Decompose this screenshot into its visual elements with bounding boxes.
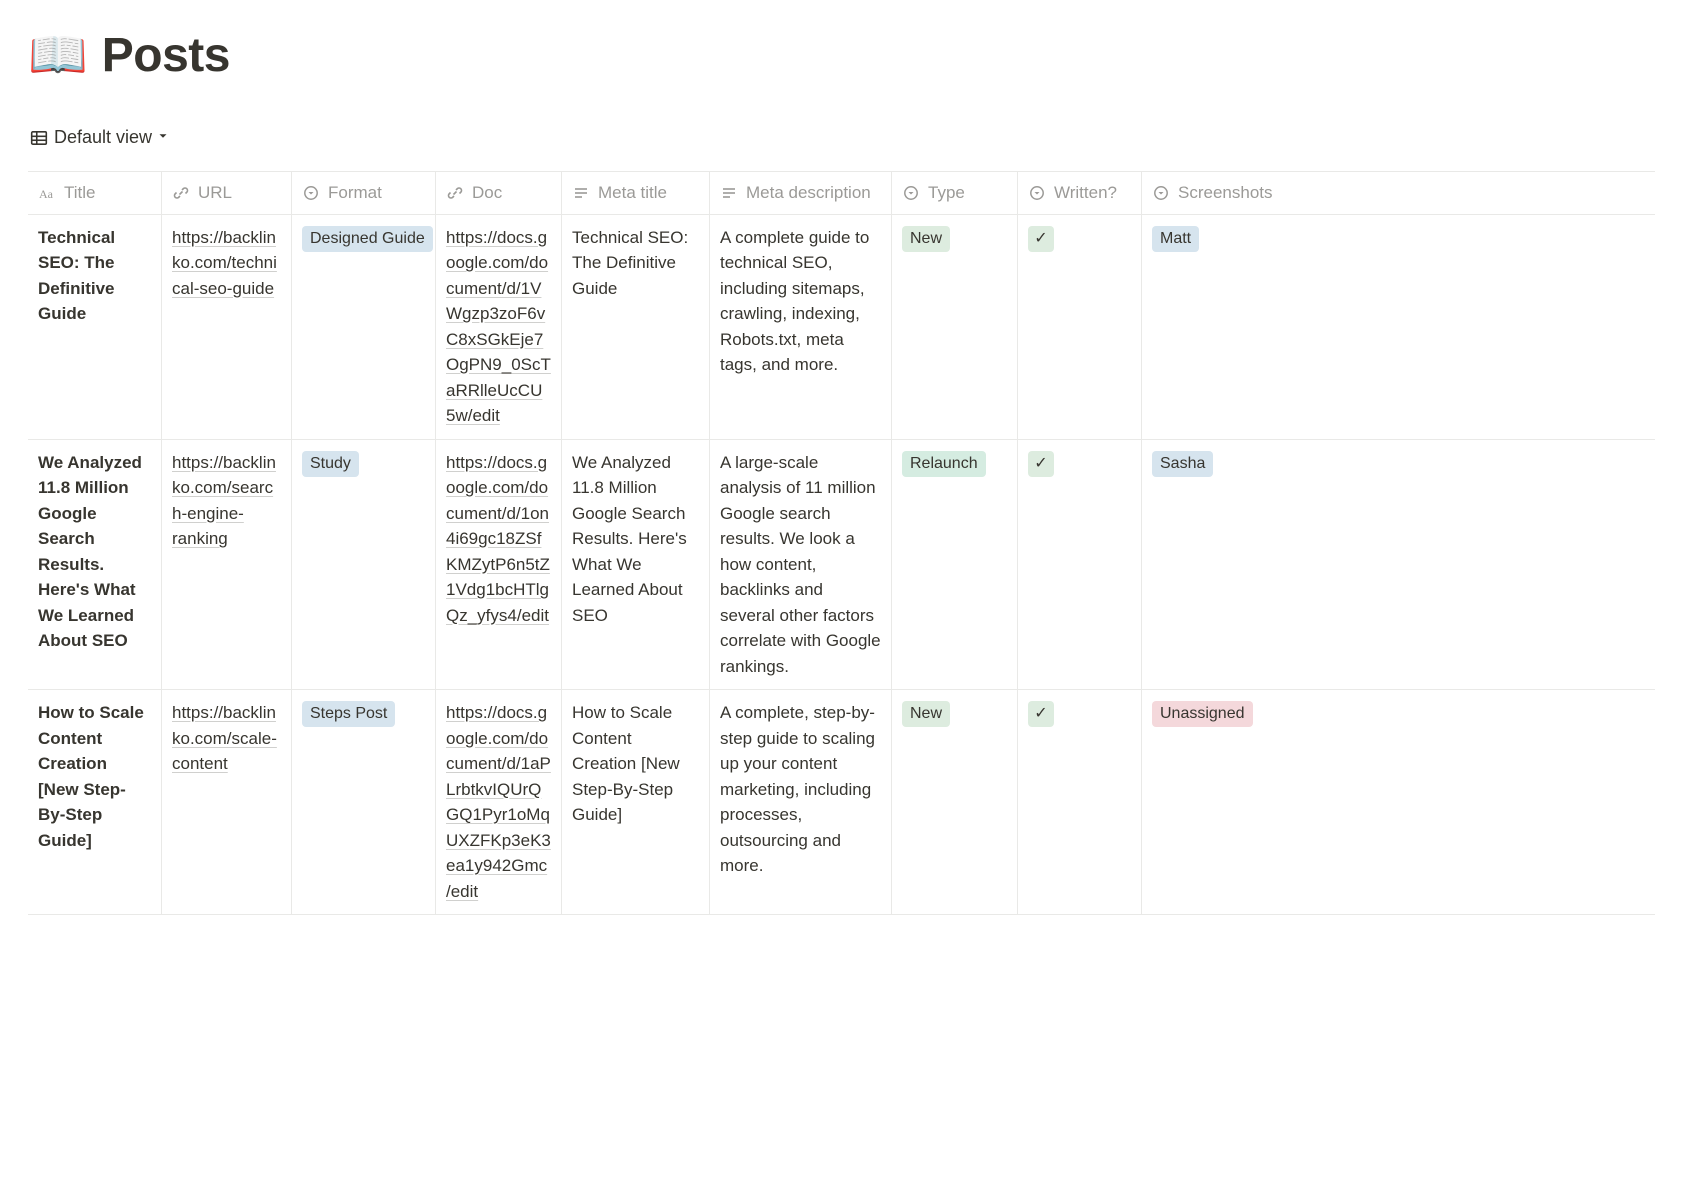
select-property-icon: [1028, 184, 1046, 202]
cell-meta-desc[interactable]: A complete, step-by-step guide to scalin…: [710, 690, 892, 914]
cell-title[interactable]: Technical SEO: The Definitive Guide: [28, 215, 162, 439]
column-header-doc[interactable]: Doc: [436, 172, 562, 214]
column-label: Meta title: [598, 180, 667, 206]
page-icon[interactable]: 📖: [28, 32, 88, 80]
cell-format[interactable]: Study: [292, 440, 436, 690]
view-selector[interactable]: Default view: [28, 120, 172, 155]
tag-screenshots[interactable]: Sasha: [1152, 451, 1213, 477]
cell-title[interactable]: We Analyzed 11.8 Million Google Search R…: [28, 440, 162, 690]
cell-doc[interactable]: https://docs.google.com/document/d/1aPLr…: [436, 690, 562, 914]
view-label: Default view: [54, 124, 152, 151]
column-header-title[interactable]: Aa Title: [28, 172, 162, 214]
cell-type[interactable]: Relaunch: [892, 440, 1018, 690]
cell-written[interactable]: ✓: [1018, 215, 1142, 439]
column-label: Type: [928, 180, 965, 206]
cell-screenshots[interactable]: Matt: [1142, 215, 1290, 439]
cell-url[interactable]: https://backlinko.com/scale-content: [162, 690, 292, 914]
table-icon: [30, 129, 48, 147]
select-property-icon: [302, 184, 320, 202]
cell-written[interactable]: ✓: [1018, 440, 1142, 690]
tag-type[interactable]: New: [902, 226, 950, 252]
column-header-url[interactable]: URL: [162, 172, 292, 214]
cell-url[interactable]: https://backlinko.com/search-engine-rank…: [162, 440, 292, 690]
svg-text:Aa: Aa: [39, 187, 54, 201]
link-property-icon: [172, 184, 190, 202]
chevron-down-icon: [156, 124, 170, 151]
tag-type[interactable]: New: [902, 701, 950, 727]
column-header-format[interactable]: Format: [292, 172, 436, 214]
tag-format[interactable]: Study: [302, 451, 359, 477]
text-lines-icon: [572, 184, 590, 202]
tag-screenshots[interactable]: Matt: [1152, 226, 1199, 252]
cell-type[interactable]: New: [892, 690, 1018, 914]
cell-screenshots[interactable]: Unassigned: [1142, 690, 1290, 914]
table-row[interactable]: We Analyzed 11.8 Million Google Search R…: [28, 440, 1655, 691]
cell-meta-title[interactable]: Technical SEO: The Definitive Guide: [562, 215, 710, 439]
tag-written-check[interactable]: ✓: [1028, 226, 1054, 252]
table-row[interactable]: How to Scale Content Creation [New Step-…: [28, 690, 1655, 914]
link-property-icon: [446, 184, 464, 202]
page-header: 📖 Posts: [28, 20, 1655, 92]
cell-screenshots[interactable]: Sasha: [1142, 440, 1290, 690]
cell-written[interactable]: ✓: [1018, 690, 1142, 914]
column-header-written[interactable]: Written?: [1018, 172, 1142, 214]
text-lines-icon: [720, 184, 738, 202]
select-property-icon: [902, 184, 920, 202]
tag-type[interactable]: Relaunch: [902, 451, 986, 477]
cell-meta-title[interactable]: How to Scale Content Creation [New Step-…: [562, 690, 710, 914]
table-row[interactable]: Technical SEO: The Definitive Guide http…: [28, 215, 1655, 440]
select-property-icon: [1152, 184, 1170, 202]
column-label: Doc: [472, 180, 502, 206]
column-label: Format: [328, 180, 382, 206]
column-label: Title: [64, 180, 96, 206]
column-label: Written?: [1054, 180, 1117, 206]
column-label: URL: [198, 180, 232, 206]
column-header-meta-desc[interactable]: Meta description: [710, 172, 892, 214]
page-title[interactable]: Posts: [102, 20, 230, 92]
column-header-screenshots[interactable]: Screenshots: [1142, 172, 1290, 214]
cell-title[interactable]: How to Scale Content Creation [New Step-…: [28, 690, 162, 914]
table-header-row: Aa Title URL Format Doc Meta ti: [28, 172, 1655, 215]
text-property-icon: Aa: [38, 184, 56, 202]
cell-doc[interactable]: https://docs.google.com/document/d/1VWgz…: [436, 215, 562, 439]
tag-format[interactable]: Steps Post: [302, 701, 395, 727]
cell-format[interactable]: Steps Post: [292, 690, 436, 914]
database-table: Aa Title URL Format Doc Meta ti: [28, 171, 1655, 915]
column-header-meta-title[interactable]: Meta title: [562, 172, 710, 214]
cell-type[interactable]: New: [892, 215, 1018, 439]
tag-written-check[interactable]: ✓: [1028, 451, 1054, 477]
cell-meta-desc[interactable]: A large-scale analysis of 11 million Goo…: [710, 440, 892, 690]
tag-written-check[interactable]: ✓: [1028, 701, 1054, 727]
cell-doc[interactable]: https://docs.google.com/document/d/1on4i…: [436, 440, 562, 690]
column-header-type[interactable]: Type: [892, 172, 1018, 214]
cell-format[interactable]: Designed Guide: [292, 215, 436, 439]
tag-screenshots[interactable]: Unassigned: [1152, 701, 1253, 727]
column-label: Meta description: [746, 180, 871, 206]
tag-format[interactable]: Designed Guide: [302, 226, 433, 252]
cell-meta-title[interactable]: We Analyzed 11.8 Million Google Search R…: [562, 440, 710, 690]
cell-url[interactable]: https://backlinko.com/technical-seo-guid…: [162, 215, 292, 439]
column-label: Screenshots: [1178, 180, 1273, 206]
cell-meta-desc[interactable]: A complete guide to technical SEO, inclu…: [710, 215, 892, 439]
